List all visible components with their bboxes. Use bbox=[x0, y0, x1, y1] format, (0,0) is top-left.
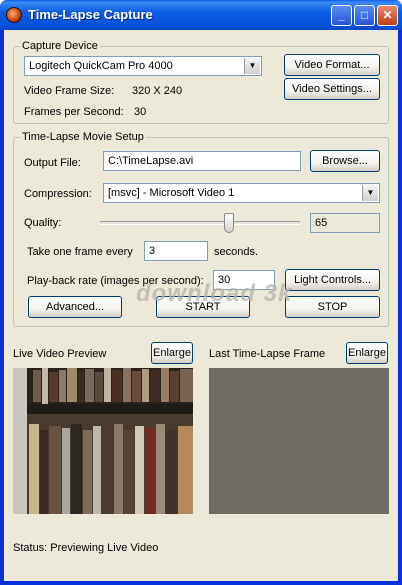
video-settings-button[interactable]: Video Settings... bbox=[284, 78, 380, 100]
bookshelf-video-image bbox=[13, 368, 193, 514]
live-video-preview bbox=[13, 368, 193, 514]
movie-setup-group-label: Time-Lapse Movie Setup bbox=[20, 131, 146, 143]
app-icon bbox=[6, 7, 22, 23]
app-window: Time-Lapse Capture _ □ ✕ Capture Device … bbox=[0, 0, 402, 585]
video-format-button[interactable]: Video Format... bbox=[284, 54, 380, 76]
window-client-area: Capture Device Logitech QuickCam Pro 400… bbox=[4, 30, 398, 581]
output-file-label: Output File: bbox=[24, 157, 81, 169]
output-file-input[interactable]: C:\TimeLapse.avi bbox=[103, 151, 301, 171]
maximize-button[interactable]: □ bbox=[354, 5, 375, 26]
compression-value: [msvc] - Microsoft Video 1 bbox=[108, 187, 235, 199]
stop-button[interactable]: STOP bbox=[285, 296, 380, 318]
quality-label: Quality: bbox=[24, 217, 62, 229]
status-text: Status: Previewing Live Video bbox=[13, 542, 159, 554]
close-button[interactable]: ✕ bbox=[377, 5, 398, 26]
live-enlarge-button[interactable]: Enlarge bbox=[151, 342, 193, 364]
compression-select[interactable]: [msvc] - Microsoft Video 1 ▼ bbox=[103, 183, 380, 203]
frame-size-label: Video Frame Size: bbox=[24, 85, 115, 97]
capture-device-select[interactable]: Logitech QuickCam Pro 4000 ▼ bbox=[24, 56, 262, 76]
minimize-button[interactable]: _ bbox=[331, 5, 352, 26]
watermark-logo: download 3k bbox=[136, 280, 292, 308]
last-time-lapse-frame bbox=[209, 368, 389, 514]
live-preview-label: Live Video Preview bbox=[13, 348, 107, 360]
last-frame-label: Last Time-Lapse Frame bbox=[209, 348, 326, 360]
window-title: Time-Lapse Capture bbox=[28, 7, 153, 22]
frame-size-value: 320 X 240 bbox=[132, 85, 183, 97]
watermark-text: download 3k bbox=[136, 280, 293, 307]
fps-label: Frames per Second: bbox=[24, 106, 124, 118]
browse-button[interactable]: Browse... bbox=[310, 150, 380, 172]
quality-slider-thumb[interactable] bbox=[223, 213, 234, 233]
take-frame-input[interactable]: 3 bbox=[144, 241, 208, 261]
quality-slider-track[interactable] bbox=[100, 221, 300, 225]
title-bar[interactable]: Time-Lapse Capture _ □ ✕ bbox=[0, 0, 402, 30]
last-frame-image bbox=[209, 368, 389, 514]
fps-value: 30 bbox=[134, 106, 147, 118]
advanced-button[interactable]: Advanced... bbox=[28, 296, 122, 318]
seconds-label: seconds. bbox=[214, 246, 259, 258]
quality-value-field: 65 bbox=[310, 213, 380, 233]
chevron-down-icon[interactable]: ▼ bbox=[362, 185, 378, 201]
chevron-down-icon[interactable]: ▼ bbox=[244, 58, 260, 74]
take-frame-label: Take one frame every bbox=[27, 246, 133, 258]
capture-device-value: Logitech QuickCam Pro 4000 bbox=[29, 60, 173, 72]
capture-device-group-label: Capture Device bbox=[20, 40, 100, 52]
compression-label: Compression: bbox=[24, 188, 92, 200]
light-controls-button[interactable]: Light Controls... bbox=[285, 269, 380, 291]
last-enlarge-button[interactable]: Enlarge bbox=[346, 342, 388, 364]
